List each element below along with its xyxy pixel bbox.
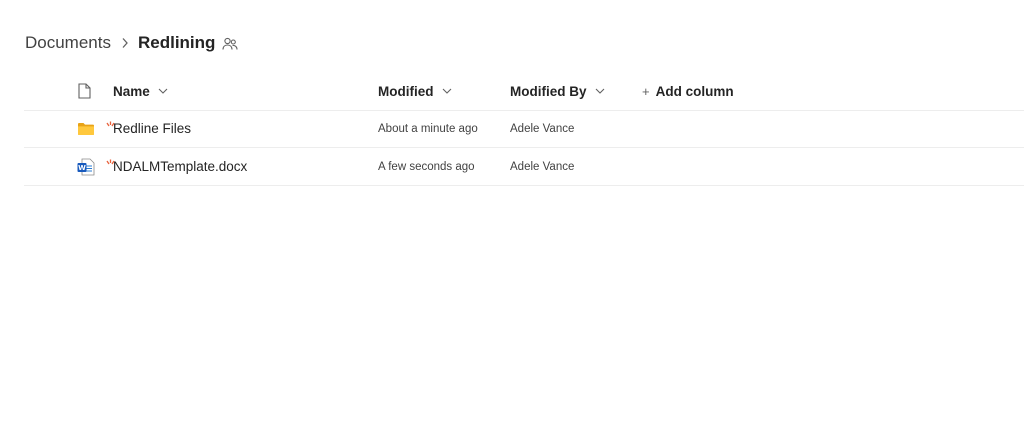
modified-by[interactable]: Adele Vance: [510, 110, 574, 147]
breadcrumb-documents-link[interactable]: Documents: [25, 33, 111, 53]
chevron-down-icon: [595, 88, 605, 94]
column-header-modified-by[interactable]: Modified By: [510, 72, 605, 110]
add-column-button[interactable]: + Add column: [642, 72, 734, 110]
chevron-down-icon: [158, 88, 168, 94]
svg-text:W: W: [78, 164, 86, 172]
plus-icon: +: [642, 83, 650, 99]
column-header-name[interactable]: Name: [113, 72, 168, 110]
breadcrumb-current-folder: Redlining: [137, 33, 216, 52]
list-header: Name Modified Modified By + Add column: [24, 72, 1024, 111]
column-header-modified[interactable]: Modified: [378, 72, 452, 110]
column-modified-by-label: Modified By: [510, 83, 587, 99]
column-name-label: Name: [113, 83, 150, 99]
folder-icon: [77, 110, 95, 147]
modified-date: A few seconds ago: [378, 160, 475, 173]
column-modified-label: Modified: [378, 83, 434, 99]
chevron-down-icon: [442, 88, 452, 94]
file-type-icon[interactable]: [78, 72, 91, 110]
list-item[interactable]: W NDALMTemplate.docx A few seconds ago A…: [24, 148, 1024, 186]
list-item[interactable]: Redline Files About a minute ago Adele V…: [24, 110, 1024, 148]
breadcrumb: Documents Redlining: [25, 31, 238, 55]
add-column-label: Add column: [655, 83, 734, 99]
people-icon[interactable]: [222, 37, 238, 51]
chevron-right-icon: [121, 37, 129, 49]
modified-by[interactable]: Adele Vance: [510, 148, 574, 185]
file-name-link[interactable]: NDALMTemplate.docx: [113, 148, 247, 185]
modified-date: About a minute ago: [378, 122, 478, 135]
word-document-icon: W: [77, 148, 95, 185]
file-name-link[interactable]: Redline Files: [113, 110, 191, 147]
